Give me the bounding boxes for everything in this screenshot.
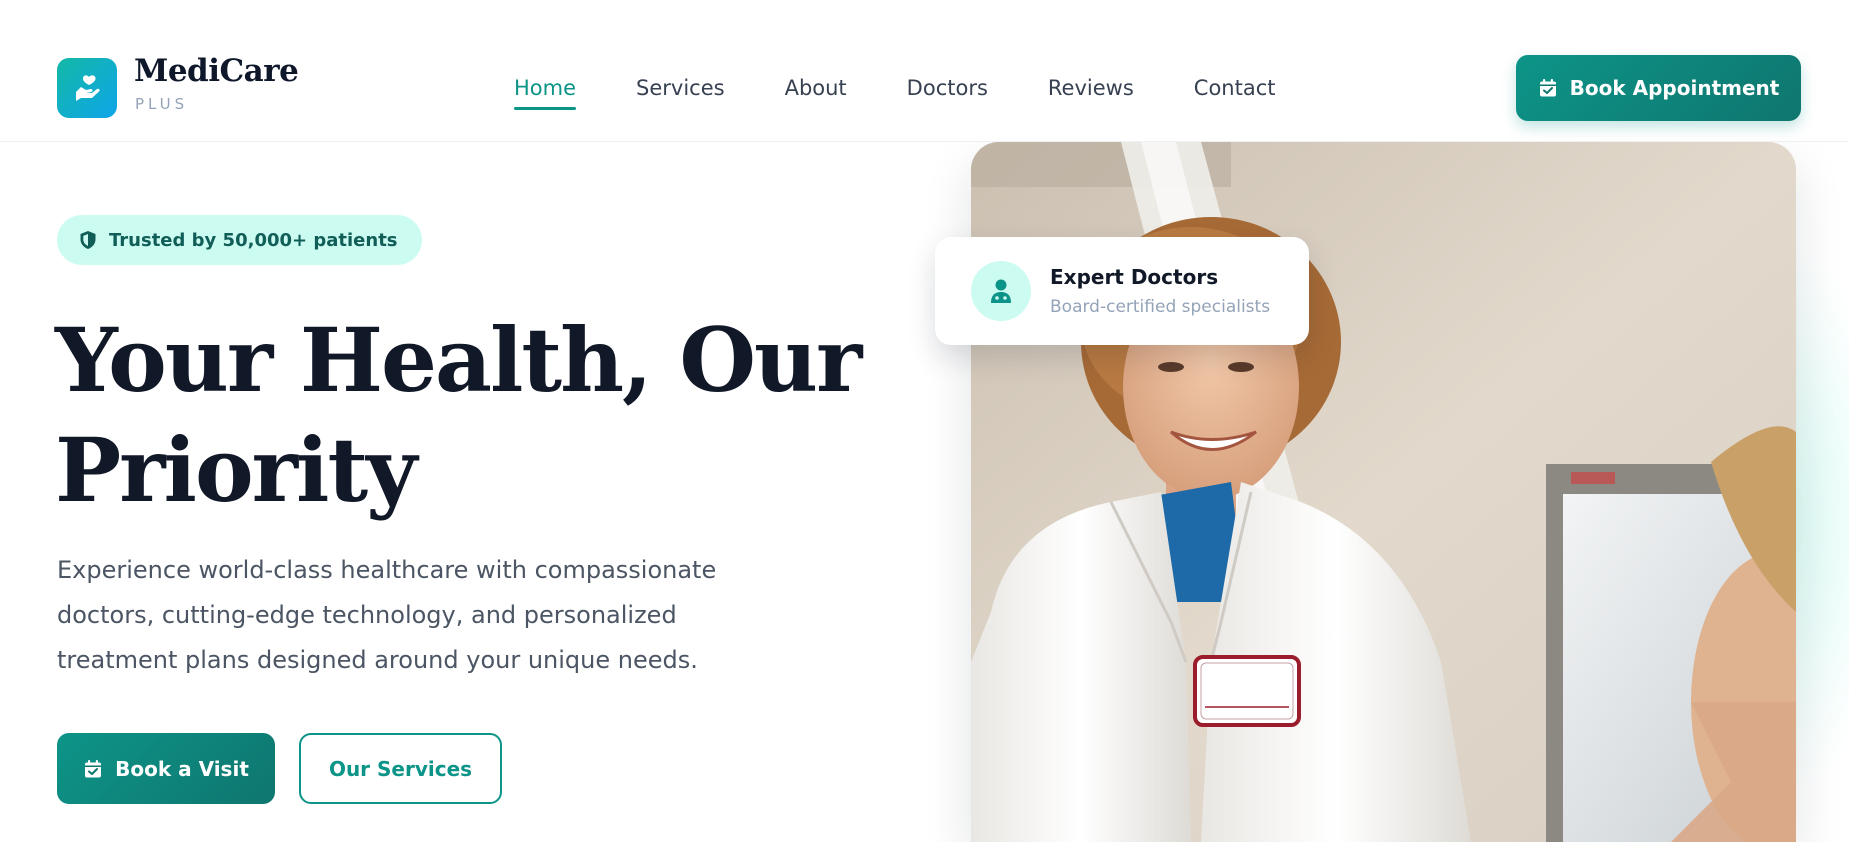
nav-contact[interactable]: Contact [1194,74,1276,108]
nav-about[interactable]: About [785,74,847,108]
expert-card-title: Expert Doctors [1050,265,1219,289]
brand-name[interactable]: MediCare [134,56,299,87]
nav-services[interactable]: Services [636,74,725,108]
main-nav: Home Services About Doctors Reviews Cont… [514,74,1276,110]
hero-description: Experience world-class healthcare with c… [57,556,717,674]
nav-home[interactable]: Home [514,74,577,110]
book-visit-button[interactable]: Book a Visit [57,733,275,804]
calendar-check-icon [1539,79,1556,97]
shield-icon [80,231,96,249]
expert-doctors-card: Expert Doctors Board-certified specialis… [935,237,1309,345]
hero-title-line-2: Priority [55,418,417,522]
trust-badge: Trusted by 50,000+ patients [57,215,422,265]
expert-card-subtitle: Board-certified specialists [1050,297,1271,317]
nav-doctors[interactable]: Doctors [907,74,988,108]
logo[interactable] [57,58,117,118]
expert-icon-circle [971,261,1031,321]
site-header: MediCare PLUS Home Services About Doctor… [0,0,1849,142]
trust-badge-text: Trusted by 50,000+ patients [109,229,398,251]
book-appointment-button[interactable]: Book Appointment [1516,55,1801,121]
brand-subtitle: PLUS [135,95,189,113]
book-appointment-label: Book Appointment [1569,76,1780,100]
nav-reviews[interactable]: Reviews [1048,74,1134,108]
our-services-label: Our Services [328,756,473,781]
book-visit-label: Book a Visit [115,756,249,781]
hero-title: Your Health, Our Priority [55,305,915,525]
calendar-check-icon [85,759,102,777]
our-services-button[interactable]: Our Services [299,733,502,804]
hand-heart-icon [76,75,100,101]
doctor-icon [991,279,1011,303]
hero-title-line-1: Your Health, Our [55,308,862,412]
